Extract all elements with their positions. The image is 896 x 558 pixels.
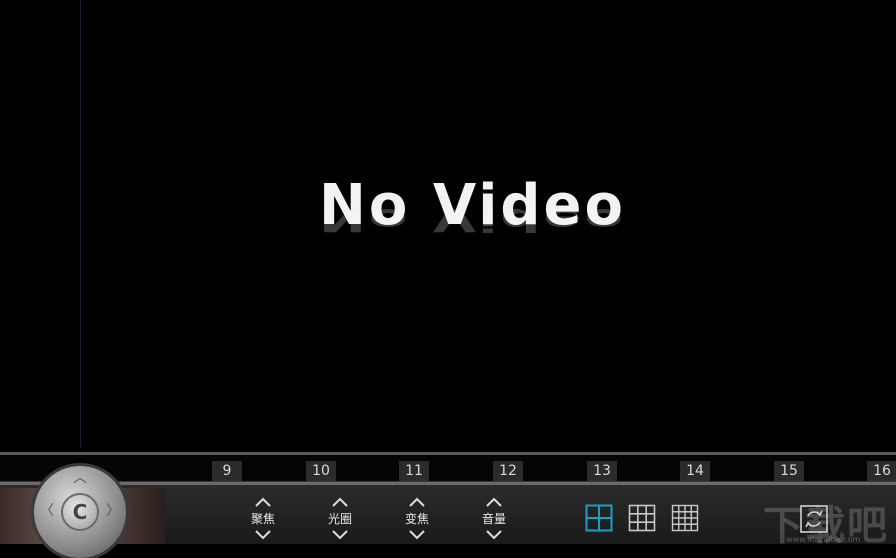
focus-control: 聚焦 [239,485,287,544]
arrow-left-icon[interactable]: 〈 [40,504,54,518]
zoom-control: 变焦 [393,485,441,544]
timeline-tick: 16 [867,461,896,481]
timeline-tick: 9 [212,461,242,481]
video-viewport[interactable]: No Video No Video [0,0,896,452]
volume-up-icon[interactable] [470,495,518,509]
iris-up-icon[interactable] [316,495,364,509]
focus-down-icon[interactable] [239,528,287,542]
divider-line [80,0,81,447]
watermark-url: www.xiazaiba.com [786,535,861,544]
no-video-reflection: No Video [319,201,626,238]
iris-label: 光圈 [327,512,352,526]
iris-down-icon[interactable] [316,528,364,542]
arrow-right-icon[interactable]: 〉 [106,504,120,518]
volume-control: 音量 [470,485,518,544]
zoom-down-icon[interactable] [393,528,441,542]
layout-2x2-button[interactable] [585,504,613,532]
iris-control: 光圈 [316,485,364,544]
ptz-direction-dial[interactable]: ︿ 〈 〉 C [34,466,126,558]
layout-3x3-button[interactable] [628,504,656,532]
volume-down-icon[interactable] [470,528,518,542]
focus-up-icon[interactable] [239,495,287,509]
timeline-ruler[interactable]: 9 10 11 12 13 14 15 16 [0,452,896,485]
timeline-tick: 15 [774,461,804,481]
refresh-button[interactable] [799,504,829,534]
zoom-up-icon[interactable] [393,495,441,509]
no-video-placeholder: No Video No Video [319,176,749,266]
timeline-tick: 12 [493,461,523,481]
volume-label: 音量 [481,512,506,526]
zoom-label: 变焦 [404,512,429,526]
ptz-center-icon: C [72,500,88,524]
focus-label: 聚焦 [250,512,275,526]
timeline-tick: 14 [680,461,710,481]
ptz-dial-base: ︿ 〈 〉 C [0,466,165,558]
timeline-tick: 10 [306,461,336,481]
timeline-tick: 13 [587,461,617,481]
layout-4x4-button[interactable] [671,504,699,532]
timeline-tick: 11 [399,461,429,481]
ptz-center-button[interactable]: C [61,493,99,531]
control-bar: ︿ 〈 〉 C 聚焦 光圈 变焦 音量 下载吧 www.xiazaiba.com [0,466,896,558]
arrow-up-icon[interactable]: ︿ [73,471,87,485]
